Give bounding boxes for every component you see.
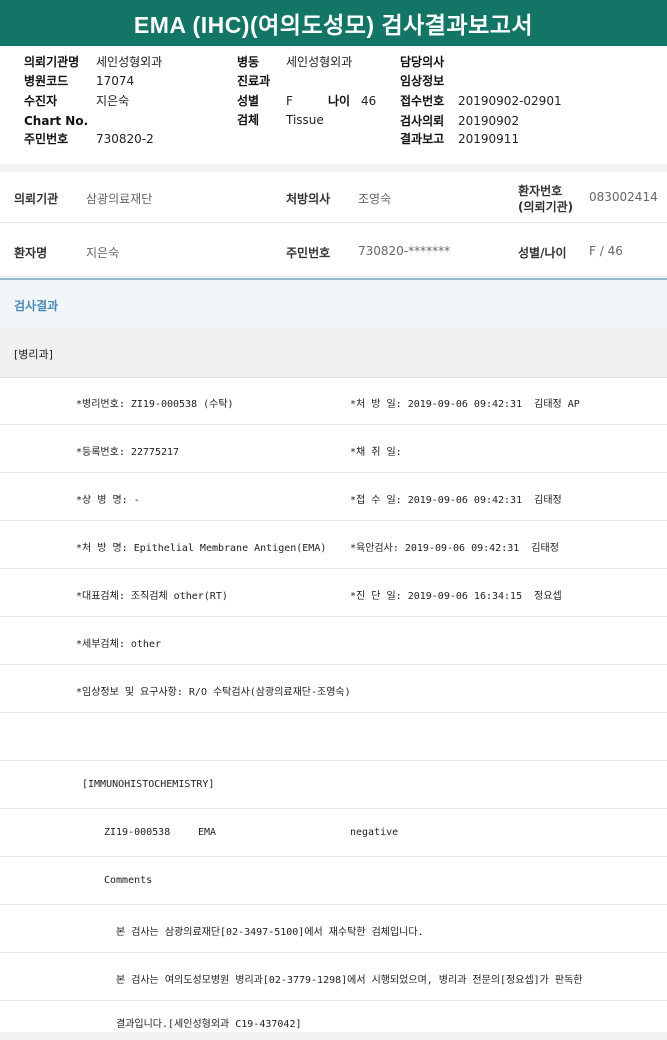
report-title: EMA (IHC)(여의도성모) 검사결과보고서 (0, 0, 667, 46)
comments-heading: Comments (104, 875, 153, 886)
department-label: [병리과] (14, 348, 53, 361)
sex-age-label: 성별/나이 (518, 246, 567, 260)
org-label: 의뢰기관 (14, 192, 59, 206)
patient-id-label-sub: (의뢰기관) (518, 200, 574, 214)
clinical-info: *임상정보 및 요구사항: R/O 수탁검사(삼광의료재단-조영숙) (76, 687, 351, 698)
pathology-number: *병리번호: ZI19-000538 (수탁) (76, 399, 234, 410)
header-label: 병동 (237, 55, 260, 69)
header-label: 결과보고 (400, 132, 445, 146)
patient-id-label: 환자번호 (518, 184, 563, 198)
header-label: 검체 (237, 113, 260, 127)
header-value: Tissue (286, 113, 324, 127)
comment-line: 본 검사는 여의도성모병원 병리과[02-3779-1298]에서 시행되었으며… (116, 975, 583, 986)
doctor-value: 조영숙 (358, 192, 392, 206)
order-date: *처 방 일: 2019-09-06 09:42:31 김태정 AP (350, 399, 580, 410)
doctor-label: 처방의사 (286, 192, 331, 206)
registration-number: *등록번호: 22775217 (76, 447, 180, 458)
org-value: 삼광의료재단 (86, 192, 153, 206)
header-value: 20190902-02901 (458, 94, 562, 108)
report-line: *임상정보 및 요구사항: R/O 수탁검사(삼광의료재단-조영숙) (0, 665, 667, 713)
header-label: 접수번호 (400, 94, 445, 108)
info-row: 환자명 지은숙 주민번호 730820-******* 성별/나이 F / 46 (0, 226, 667, 277)
header-label: 의뢰기관명 (24, 55, 80, 69)
report-line: *세부검체: other (0, 617, 667, 665)
header-label: 임상정보 (400, 74, 445, 88)
header-label: Chart No. (24, 114, 89, 128)
result-section-header: 검사결과 (0, 278, 667, 331)
report-line: *처 방 명: Epithelial Membrane Antigen(EMA)… (0, 521, 667, 569)
report-line: *병리번호: ZI19-000538 (수탁) *처 방 일: 2019-09-… (0, 377, 667, 425)
header-label: 수진자 (24, 94, 58, 108)
name-label: 환자명 (14, 246, 48, 260)
report-line: 결과입니다.[세인성형외과 C19-437042] (0, 1001, 667, 1032)
report-line: 본 검사는 여의도성모병원 병리과[02-3779-1298]에서 시행되었으며… (0, 953, 667, 1001)
patient-info-table: 의뢰기관 삼광의료재단 처방의사 조영숙 환자번호 (의뢰기관) 0830024… (0, 172, 667, 278)
gross-exam-date: *육안검사: 2019-09-06 09:42:31 김태정 (350, 543, 559, 554)
header-value: 세인성형외과 (96, 55, 163, 69)
header-value: 730820-2 (96, 132, 154, 146)
report-line: *상 병 명: - *접 수 일: 2019-09-06 09:42:31 김태… (0, 473, 667, 521)
header-label: 담당의사 (400, 55, 445, 69)
detail-specimen: *세부검체: other (76, 639, 161, 650)
rrn-value: 730820-******* (358, 244, 451, 258)
diagnosis-date: *진 단 일: 2019-09-06 16:34:15 정요셉 (350, 591, 562, 602)
ihc-marker: EMA (198, 827, 217, 838)
header-value: 지은숙 (96, 94, 130, 108)
ihc-heading: [IMMUNOHISTOCHEMISTRY] (82, 779, 215, 790)
header-value: F (286, 94, 293, 108)
header-label: 나이 (328, 94, 351, 108)
report-line: *등록번호: 22775217 *채 취 일: (0, 425, 667, 473)
diagnosis-name: *상 병 명: - (76, 495, 140, 506)
bottom-divider (0, 1032, 667, 1040)
name-value: 지은숙 (86, 246, 120, 260)
header-label: 주민번호 (24, 132, 69, 146)
header-value: 17074 (96, 74, 135, 88)
order-name: *처 방 명: Epithelial Membrane Antigen(EMA) (76, 543, 327, 554)
report-line: Comments (0, 857, 667, 905)
patient-id-value: 083002414 (589, 190, 658, 204)
report-line: ZI19-000538 EMA negative (0, 809, 667, 857)
info-row: 의뢰기관 삼광의료재단 처방의사 조영숙 환자번호 (의뢰기관) 0830024… (0, 172, 667, 223)
department-row: [병리과] (0, 329, 667, 378)
report-line: *대표검체: 조직검체 other(RT) *진 단 일: 2019-09-06… (0, 569, 667, 617)
ihc-case-id: ZI19-000538 (104, 827, 171, 838)
ihc-result: negative (350, 827, 399, 838)
receipt-date: *접 수 일: 2019-09-06 09:42:31 김태정 (350, 495, 562, 506)
header-value: 20190911 (458, 132, 520, 146)
header-label: 성별 (237, 94, 260, 108)
header-value: 46 (361, 94, 377, 108)
header-value: 20190902 (458, 114, 520, 128)
comment-line: 결과입니다.[세인성형외과 C19-437042] (116, 1019, 302, 1030)
section-divider (0, 164, 667, 172)
header-value: 세인성형외과 (286, 55, 353, 69)
collection-date: *채 취 일: (350, 447, 402, 458)
header-label: 검사의뢰 (400, 114, 445, 128)
header-label: 진료과 (237, 74, 271, 88)
report-header: 의뢰기관명 세인성형외과 병원코드 17074 수진자 지은숙 Chart No… (0, 46, 667, 165)
report-line: 본 검사는 삼광의료재단[02-3497-5100]에서 재수탁한 검체입니다. (0, 905, 667, 953)
rrn-label: 주민번호 (286, 246, 331, 260)
report-line-blank (0, 713, 667, 761)
representative-specimen: *대표검체: 조직검체 other(RT) (76, 591, 228, 602)
result-section-title: 검사결과 (14, 299, 59, 313)
sex-age-value: F / 46 (589, 244, 623, 258)
header-label: 병원코드 (24, 74, 69, 88)
report-line: [IMMUNOHISTOCHEMISTRY] (0, 761, 667, 809)
comment-line: 본 검사는 삼광의료재단[02-3497-5100]에서 재수탁한 검체입니다. (116, 927, 424, 938)
